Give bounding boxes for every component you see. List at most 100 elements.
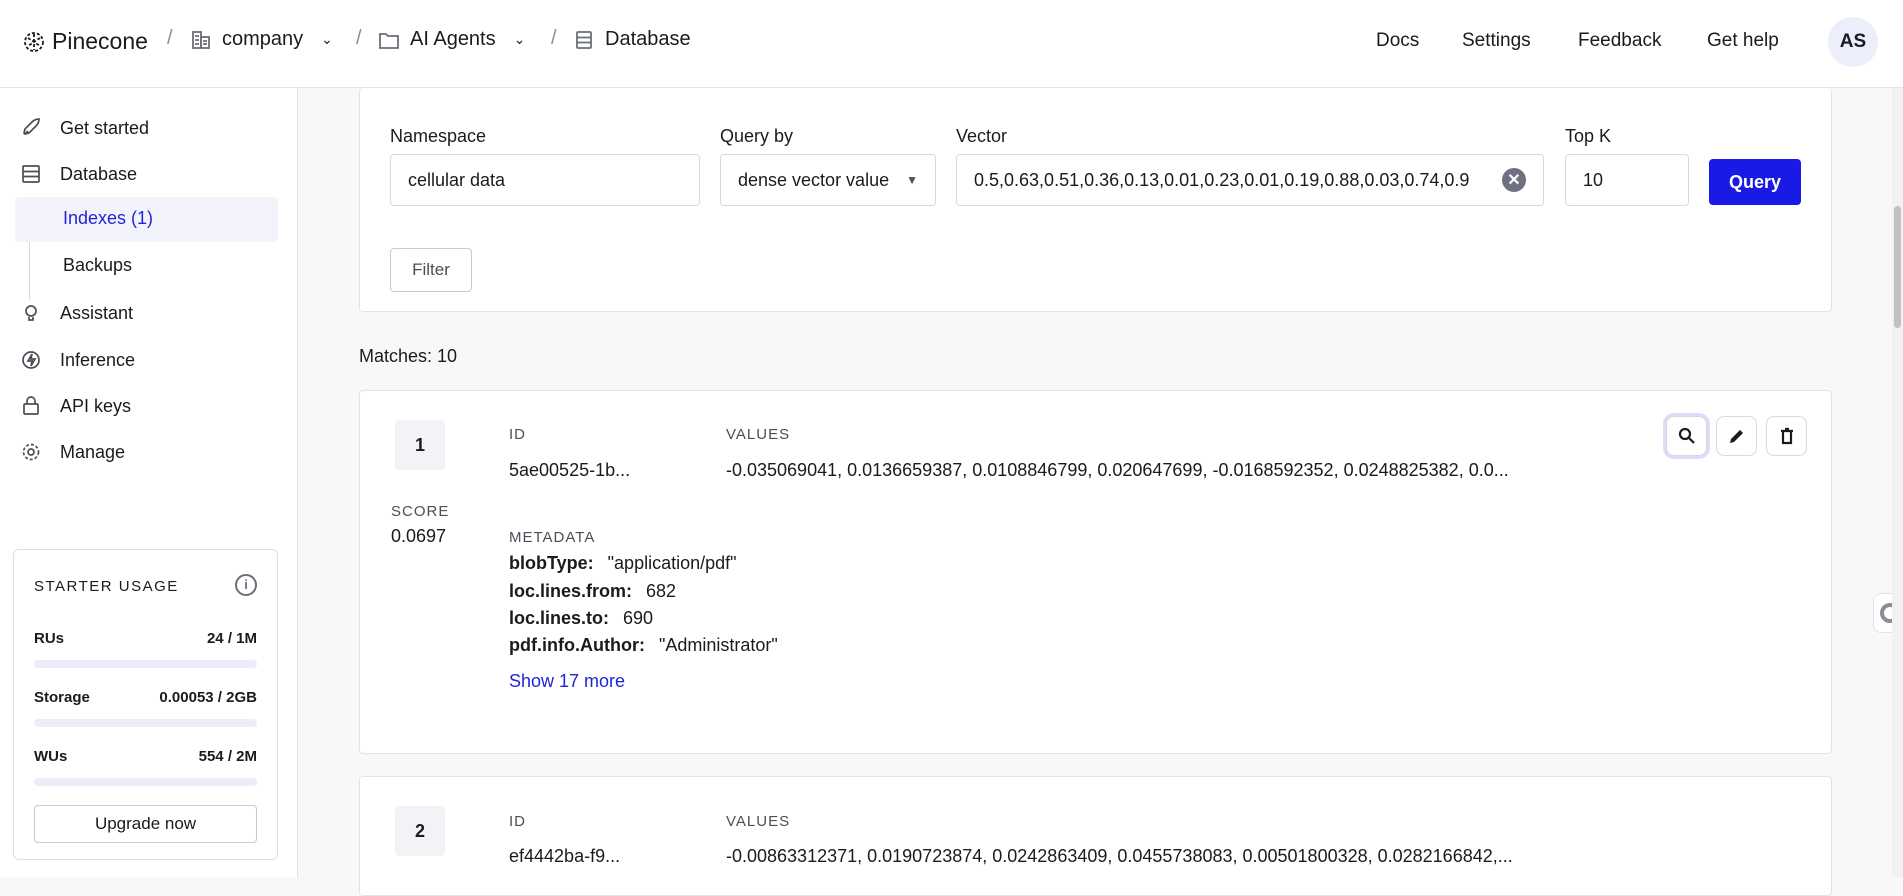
gear-icon	[22, 443, 40, 461]
sidebar-item-manage[interactable]: Manage	[20, 441, 125, 463]
nav-label: Database	[60, 163, 138, 184]
vector-label: Vector	[956, 126, 1008, 146]
caret-down-icon: ▼	[906, 173, 918, 187]
filter-button[interactable]: Filter	[390, 248, 472, 292]
user-avatar[interactable]: AS	[1828, 17, 1878, 67]
result-rank: 2	[395, 806, 445, 856]
top-k-input[interactable]: 10	[1565, 154, 1689, 206]
query-button[interactable]: Query	[1709, 159, 1801, 205]
metadata-value: 690	[623, 608, 654, 628]
sidebar-item-inference[interactable]: Inference	[20, 349, 135, 371]
bolt-icon	[22, 351, 40, 369]
nav-label: Get started	[60, 117, 150, 138]
breadcrumb-org[interactable]: company ⌄	[190, 28, 333, 51]
usage-bar-wus	[34, 778, 257, 786]
values-label: VALUES	[726, 426, 791, 443]
nav-label: Inference	[60, 349, 136, 370]
show-more-link[interactable]: Show 17 more	[509, 671, 625, 692]
sidebar-item-get-started[interactable]: Get started	[20, 117, 149, 139]
lock-icon	[23, 396, 39, 415]
sidebar-item-assistant[interactable]: Assistant	[20, 302, 133, 324]
usage-label: WUs	[34, 748, 68, 765]
metadata-value: "application/pdf"	[607, 553, 737, 573]
pinecone-logo[interactable]: Pinecone	[22, 28, 148, 55]
lightbulb-icon	[25, 305, 37, 321]
metadata-row: blobType: "application/pdf"	[509, 553, 737, 574]
pinecone-icon	[24, 31, 44, 52]
folder-icon	[379, 32, 399, 49]
metadata-row: loc.lines.to: 690	[509, 608, 653, 629]
breadcrumb-separator: /	[356, 27, 362, 49]
values-value: -0.00863312371, 0.0190723874, 0.02428634…	[726, 846, 1513, 866]
result-rank: 1	[395, 420, 445, 470]
chevron-down-icon: ⌄	[321, 31, 333, 47]
breadcrumb-section[interactable]: Database	[573, 28, 691, 51]
nav-label: Manage	[60, 441, 126, 462]
sidebar-item-indexes-label[interactable]: Indexes (1)	[63, 208, 153, 229]
metadata-label: METADATA	[509, 529, 596, 546]
id-value: 5ae00525-1b...	[509, 460, 631, 480]
sidebar: Get started Database Indexes (1) Backups…	[0, 88, 298, 877]
get-help-link[interactable]: Get help	[1707, 30, 1779, 52]
id-label: ID	[509, 813, 526, 830]
usage-row-storage: Storage 0.00053 / 2GB	[34, 689, 257, 706]
rocket-icon	[23, 118, 40, 135]
id-value: ef4442ba-f9...	[509, 846, 621, 866]
delete-button[interactable]	[1766, 416, 1807, 456]
usage-row-wus: WUs 554 / 2M	[34, 748, 257, 765]
trash-icon	[1780, 427, 1793, 445]
breadcrumb-separator: /	[551, 27, 557, 49]
search-icon	[1678, 427, 1695, 444]
metadata-value: 682	[646, 581, 677, 601]
breadcrumb-project[interactable]: AI Agents ⌄	[378, 28, 525, 51]
usage-bar-rus	[34, 660, 257, 668]
usage-label: RUs	[34, 630, 65, 647]
sidebar-item-database[interactable]: Database	[20, 163, 137, 185]
query-by-select[interactable]: dense vector value ▼	[720, 154, 936, 206]
clear-icon[interactable]: ✕	[1502, 168, 1526, 192]
matches-count: Matches: 10	[359, 346, 458, 366]
usage-value: 24 / 1M	[206, 630, 257, 647]
nav-label: Assistant	[60, 302, 134, 323]
pencil-icon	[1729, 430, 1743, 443]
namespace-input[interactable]: cellular data	[390, 154, 700, 206]
metadata-key: loc.lines.to:	[509, 608, 610, 628]
usage-bar-storage	[34, 719, 257, 727]
settings-link[interactable]: Settings	[1462, 30, 1531, 52]
database-icon	[22, 165, 40, 183]
score-label: SCORE	[391, 503, 450, 520]
scrollbar-thumb[interactable]	[1894, 206, 1901, 328]
info-icon[interactable]: i	[235, 574, 257, 596]
org-name: company	[222, 28, 304, 50]
sidebar-item-backups[interactable]: Backups	[63, 255, 132, 276]
brand-name: Pinecone	[52, 28, 148, 54]
usage-title: STARTER USAGE	[34, 578, 179, 595]
project-name: AI Agents	[410, 28, 496, 50]
usage-label: Storage	[34, 689, 90, 706]
top-bar: Pinecone / company ⌄ / AI Agents ⌄ / Dat…	[0, 0, 1903, 88]
edit-button[interactable]	[1716, 416, 1757, 456]
values-value: -0.035069041, 0.0136659387, 0.0108846799…	[726, 460, 1509, 480]
top-k-label: Top K	[1565, 126, 1612, 146]
search-button[interactable]	[1666, 416, 1707, 456]
vector-input[interactable]: 0.5,0.63,0.51,0.36,0.13,0.01,0.23,0.01,0…	[956, 154, 1544, 206]
docs-link[interactable]: Docs	[1376, 30, 1419, 52]
database-icon	[576, 30, 592, 49]
section-name: Database	[605, 28, 691, 50]
metadata-value: "Administrator"	[658, 635, 778, 655]
metadata-key: loc.lines.from:	[509, 581, 633, 601]
metadata-key: blobType:	[509, 553, 594, 573]
id-label: ID	[509, 426, 526, 443]
metadata-row: loc.lines.from: 682	[509, 581, 676, 602]
values-label: VALUES	[726, 813, 791, 830]
breadcrumb-separator: /	[167, 27, 173, 49]
sidebar-item-api-keys[interactable]: API keys	[20, 395, 131, 417]
usage-value: 0.00053 / 2GB	[159, 689, 257, 706]
metadata-key: pdf.info.Author:	[509, 635, 645, 655]
vector-value: 0.5,0.63,0.51,0.36,0.13,0.01,0.23,0.01,0…	[974, 169, 1470, 190]
feedback-link[interactable]: Feedback	[1578, 30, 1661, 52]
score-value: 0.0697	[391, 526, 447, 546]
scrollbar[interactable]	[1892, 88, 1903, 877]
upgrade-now-button[interactable]: Upgrade now	[34, 805, 257, 843]
namespace-label: Namespace	[390, 126, 487, 146]
